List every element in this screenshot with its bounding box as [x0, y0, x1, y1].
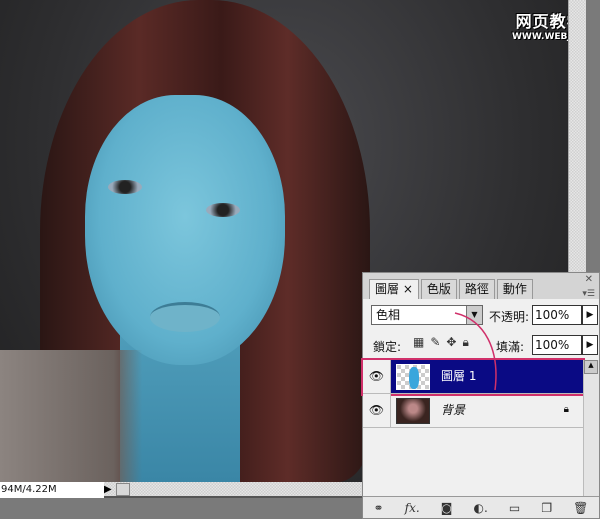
fx-icon[interactable]: fx. — [405, 501, 420, 515]
lock-label: 鎖定: — [373, 340, 402, 354]
lock-icon: 🔒︎ — [563, 404, 569, 415]
tab-channels[interactable]: 色版 — [420, 279, 457, 299]
watermark-title: 网页教学网 — [515, 12, 568, 31]
adjustment-layer-icon[interactable]: ◐. — [474, 501, 488, 515]
photo-eye — [206, 203, 240, 217]
fill-slider-button[interactable]: ▶ — [582, 335, 598, 355]
fill-input[interactable]: 100% — [532, 335, 582, 355]
watermark: 网页教学网 WWW.WEBJX.COM — [512, 8, 568, 42]
link-layers-icon[interactable]: ⚭ — [374, 501, 384, 515]
layer-name: 圖層 1 — [441, 369, 477, 383]
visibility-eye-icon[interactable]: 👁︎ — [363, 360, 391, 393]
doc-size: 94M/4.22M — [0, 482, 104, 498]
layer-name: 背景 — [441, 403, 466, 417]
panel-tabs: 圖層 × 色版 路徑 動作 ✕ ▾☰ — [363, 273, 599, 299]
tab-paths[interactable]: 路徑 — [458, 279, 495, 299]
layer-row[interactable]: 👁︎ 圖層 1 — [361, 358, 585, 396]
watermark-url: WWW.WEBJX.COM — [512, 32, 568, 42]
status-bar: 94M/4.22M ▶ — [0, 482, 362, 498]
visibility-eye-icon[interactable]: 👁︎ — [363, 394, 391, 427]
opacity-label: 不透明: — [489, 310, 530, 324]
trash-icon[interactable]: 🗑︎ — [573, 501, 588, 515]
lock-all-icon[interactable]: 🔒︎ — [462, 335, 468, 350]
panel-close-icon[interactable]: ✕ — [585, 274, 593, 285]
photo-eye — [108, 180, 142, 194]
new-group-icon[interactable]: ▭ — [509, 501, 520, 515]
layer-thumbnail — [396, 364, 430, 390]
lock-brush-icon[interactable]: ✎ — [430, 335, 440, 350]
add-mask-icon[interactable]: ◙ — [441, 501, 453, 515]
layers-panel: 圖層 × 色版 路徑 動作 ✕ ▾☰ 色相 ▼ 不透明: 100% ▶ 鎖定: … — [361, 272, 600, 519]
tab-actions[interactable]: 動作 — [496, 279, 533, 299]
blend-mode-select[interactable]: 色相 ▼ — [371, 305, 483, 325]
new-layer-icon[interactable]: ❐ — [541, 501, 552, 515]
panel-menu-icon[interactable]: ▾☰ — [582, 289, 595, 299]
opacity-input[interactable]: 100% — [532, 305, 582, 325]
panel-footer: ⚭ fx. ◙ ◐. ▭ ❐ 🗑︎ — [363, 496, 599, 518]
horizontal-scroll-left-button[interactable] — [116, 483, 130, 496]
photo-lips — [150, 302, 220, 332]
lock-move-icon[interactable]: ✥ — [446, 335, 456, 350]
blend-mode-value: 色相 — [376, 308, 401, 322]
chevron-down-icon[interactable]: ▼ — [466, 306, 482, 324]
layers-scrollbar[interactable]: ▲ — [583, 360, 599, 496]
status-menu-arrow-icon[interactable]: ▶ — [104, 484, 112, 495]
tab-layers[interactable]: 圖層 × — [369, 279, 419, 299]
layer-row[interactable]: 👁︎ 背景 🔒︎ — [363, 394, 583, 428]
fill-label: 填滿: — [496, 340, 525, 354]
lock-transparent-icon[interactable]: ▦ — [413, 335, 424, 350]
opacity-slider-button[interactable]: ▶ — [582, 305, 598, 325]
layer-thumbnail — [396, 398, 430, 424]
